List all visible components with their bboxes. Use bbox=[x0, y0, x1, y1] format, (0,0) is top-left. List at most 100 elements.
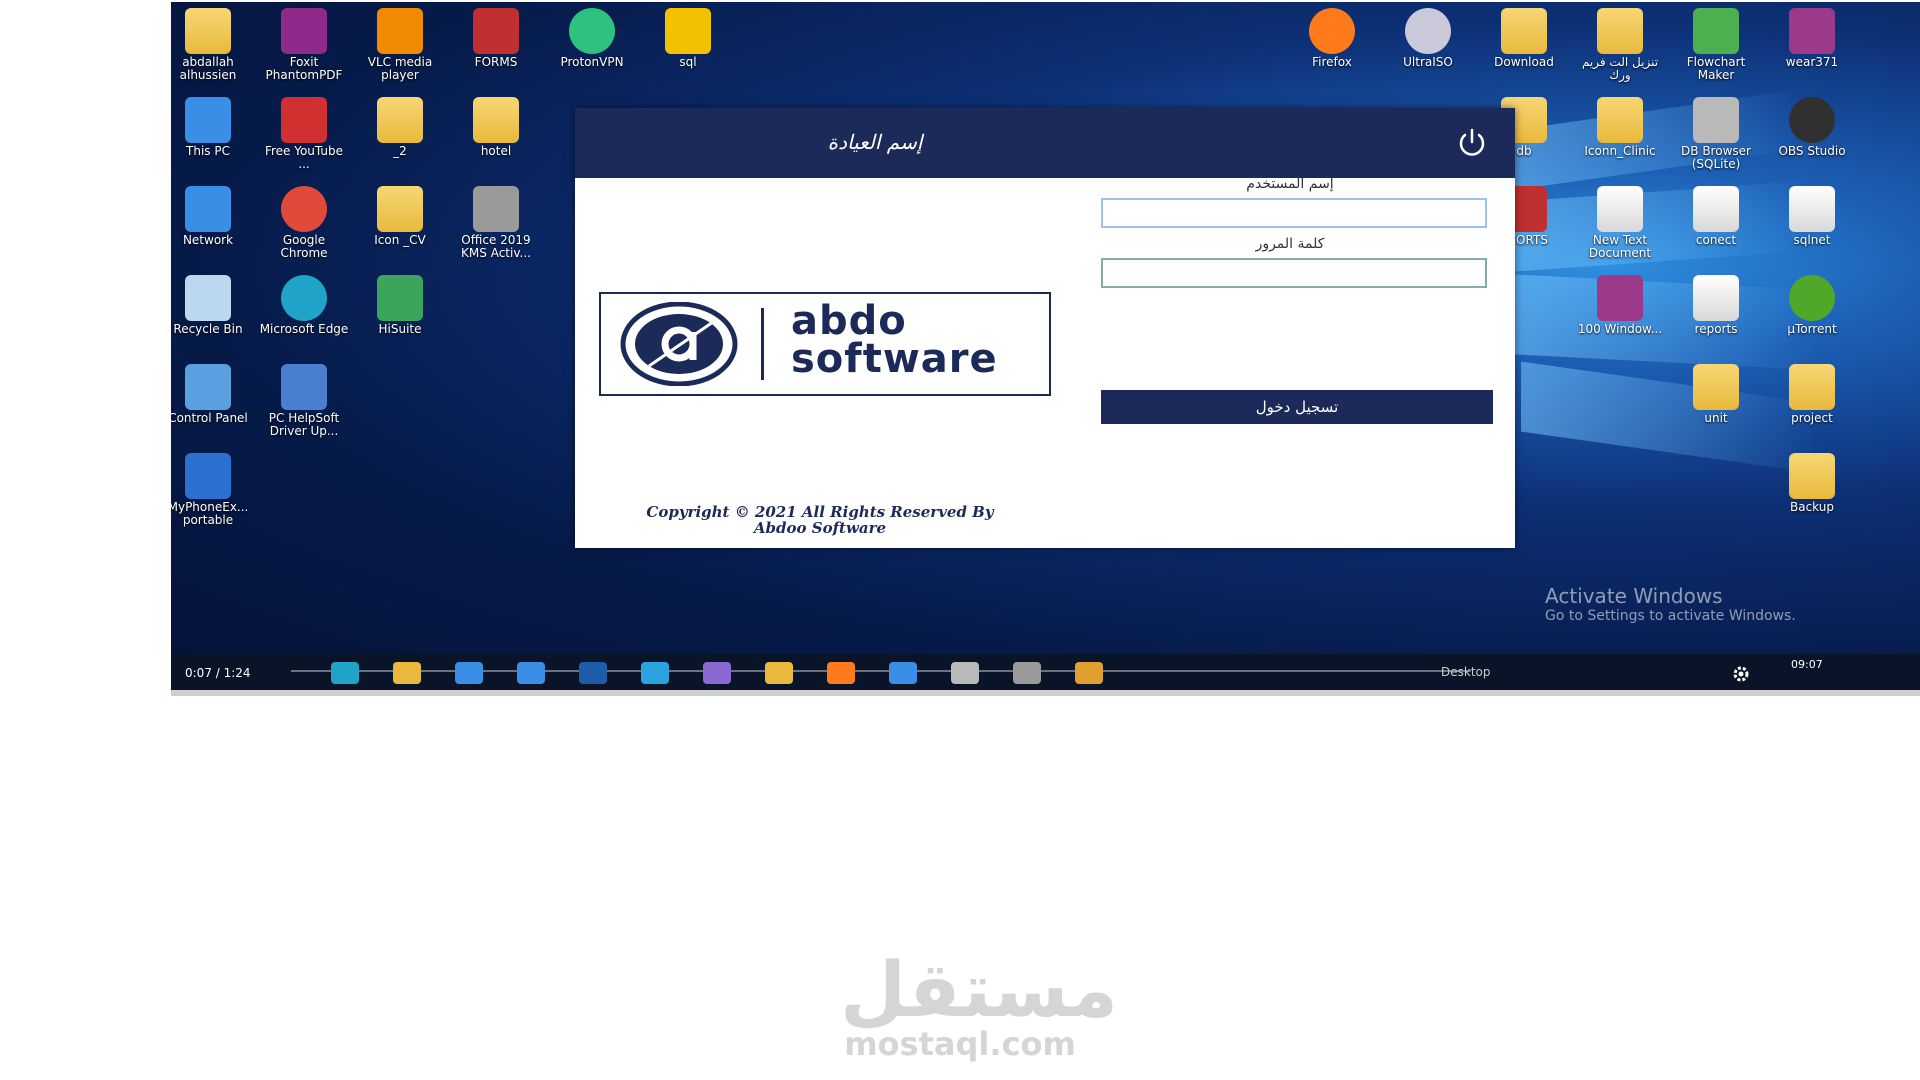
desktop-screen: abdallah alhussien Foxit PhantomPDF VLC me… bbox=[171, 2, 1920, 692]
desktop-icon[interactable]: Flowchart Maker bbox=[1671, 8, 1761, 82]
sql-icon[interactable] bbox=[765, 662, 793, 684]
desktop-icon[interactable]: This PC bbox=[171, 97, 253, 158]
power-icon[interactable] bbox=[1455, 126, 1489, 160]
desktop-icon[interactable]: Network bbox=[171, 186, 253, 247]
taskbar-clock: 09:07 bbox=[1791, 658, 1823, 671]
desktop-icon[interactable]: reports bbox=[1671, 275, 1761, 336]
desktop-icon[interactable]: Microsoft Edge bbox=[259, 275, 349, 336]
desktop-icon[interactable]: 100 Window... bbox=[1575, 275, 1665, 336]
desktop-icon[interactable]: Backup bbox=[1767, 453, 1857, 514]
login-button[interactable]: تسجيل دخول bbox=[1101, 390, 1493, 424]
desktop-icon[interactable]: conect bbox=[1671, 186, 1761, 247]
desktop-icon[interactable]: PC HelpSoft Driver Up... bbox=[259, 364, 349, 438]
desktop-icon-label: Control Panel bbox=[171, 411, 248, 425]
desktop-icon[interactable]: hotel bbox=[451, 97, 541, 158]
firefox-icon[interactable] bbox=[827, 662, 855, 684]
folder-icon bbox=[377, 186, 423, 232]
database-icon[interactable] bbox=[951, 662, 979, 684]
settings-gear-icon[interactable] bbox=[1731, 664, 1751, 684]
desktop-icon[interactable]: Recycle Bin bbox=[171, 275, 253, 336]
desktop-icon[interactable]: تنزيل الت فريم ورك bbox=[1575, 8, 1665, 82]
file-explorer-icon[interactable] bbox=[393, 662, 421, 684]
desktop-icon[interactable]: project bbox=[1767, 364, 1857, 425]
desktop-icon[interactable]: Office 2019 KMS Activ... bbox=[451, 186, 541, 260]
username-label: إسم المستخدم bbox=[1246, 176, 1334, 192]
logo-mark-icon bbox=[620, 302, 738, 386]
desktop-icon-label: Foxit PhantomPDF bbox=[265, 55, 343, 82]
forms-icon bbox=[473, 8, 519, 54]
phone-icon bbox=[185, 453, 231, 499]
desktop-icon[interactable]: OBS Studio bbox=[1767, 97, 1857, 158]
edge-icon bbox=[281, 275, 327, 321]
tool-icon[interactable] bbox=[1013, 662, 1041, 684]
folder-icon bbox=[1501, 8, 1547, 54]
desktop-icon[interactable]: Control Panel bbox=[171, 364, 253, 425]
desktop-icon-label: Flowchart Maker bbox=[1686, 55, 1746, 82]
app-icon[interactable] bbox=[1075, 662, 1103, 684]
visual-studio-icon[interactable] bbox=[703, 662, 731, 684]
desktop-icon[interactable]: _2 bbox=[355, 97, 445, 158]
desktop-icon[interactable]: sql bbox=[643, 8, 733, 69]
desktop-icon[interactable]: µTorrent bbox=[1767, 275, 1857, 336]
desktop-icon-label: FORMS bbox=[474, 55, 518, 69]
desktop-icon-label: Firefox bbox=[1312, 55, 1352, 69]
folder-icon bbox=[1693, 364, 1739, 410]
desktop-icon-label: hotel bbox=[480, 144, 512, 158]
winrar-icon bbox=[1789, 8, 1835, 54]
desktop-icon[interactable]: unit bbox=[1671, 364, 1761, 425]
password-field[interactable] bbox=[1101, 258, 1487, 288]
edge-icon[interactable] bbox=[331, 662, 359, 684]
photoshop-icon[interactable] bbox=[579, 662, 607, 684]
desktop-icon[interactable]: sqlnet bbox=[1767, 186, 1857, 247]
desktop-icon[interactable]: Iconn_Clinic bbox=[1575, 97, 1665, 158]
driver-icon bbox=[281, 364, 327, 410]
user-folder-icon bbox=[185, 8, 231, 54]
desktop-icon[interactable]: Icon _CV bbox=[355, 186, 445, 247]
database-icon bbox=[1693, 97, 1739, 143]
folder-icon bbox=[473, 97, 519, 143]
desktop-icon[interactable]: Foxit PhantomPDF bbox=[259, 8, 349, 82]
sql-icon bbox=[665, 8, 711, 54]
download-icon bbox=[281, 97, 327, 143]
desktop-icon[interactable]: MyPhoneEx... portable bbox=[171, 453, 253, 527]
login-window: إسم العيادة abdo software إسم المستخدم ك… bbox=[575, 108, 1515, 548]
desktop-icon[interactable]: New Text Document bbox=[1575, 186, 1665, 260]
folder-icon bbox=[1789, 364, 1835, 410]
desktop-icon[interactable]: FORMS bbox=[451, 8, 541, 69]
desktop-icon-label: MyPhoneEx... portable bbox=[171, 500, 249, 527]
windows-icon[interactable] bbox=[889, 662, 917, 684]
store-icon[interactable] bbox=[455, 662, 483, 684]
desktop-icon[interactable]: VLC media player bbox=[355, 8, 445, 82]
desktop-icon[interactable]: abdallah alhussien bbox=[171, 8, 253, 82]
document-icon bbox=[1693, 275, 1739, 321]
desktop-icon-label: µTorrent bbox=[1787, 322, 1837, 336]
desktop-icon-label: reports bbox=[1694, 322, 1738, 336]
desktop-icon[interactable]: Firefox bbox=[1287, 8, 1377, 69]
desktop-icon[interactable]: HiSuite bbox=[355, 275, 445, 336]
desktop-icon[interactable]: ProtonVPN bbox=[547, 8, 637, 69]
torrent-icon bbox=[1789, 275, 1835, 321]
activate-windows-watermark: Activate Windows Go to Settings to activ… bbox=[1545, 584, 1796, 624]
network-icon bbox=[185, 186, 231, 232]
chrome-icon bbox=[281, 186, 327, 232]
desktop-icon[interactable]: Google Chrome bbox=[259, 186, 349, 260]
desktop-icon[interactable]: Download bbox=[1479, 8, 1569, 69]
desktop-icon[interactable]: Free YouTube ... bbox=[259, 97, 349, 171]
flowchart-icon bbox=[1693, 8, 1739, 54]
desktop-icon[interactable]: DB Browser (SQLite) bbox=[1671, 97, 1761, 171]
activate-subtitle: Go to Settings to activate Windows. bbox=[1545, 608, 1796, 624]
desktop-icon[interactable]: UltraISO bbox=[1383, 8, 1473, 69]
desktop-icon-label: Office 2019 KMS Activ... bbox=[461, 233, 531, 260]
computer-icon bbox=[185, 97, 231, 143]
desktop-icon-label: Iconn_Clinic bbox=[1584, 144, 1656, 158]
desktop-icon[interactable]: wear371 bbox=[1767, 8, 1857, 69]
control-panel-icon bbox=[185, 364, 231, 410]
desktop-toolbar-label[interactable]: Desktop bbox=[1441, 665, 1491, 679]
username-field[interactable] bbox=[1101, 198, 1487, 228]
video-time-code: 0:07 / 1:24 bbox=[185, 666, 251, 680]
desktop-icon-label: unit bbox=[1704, 411, 1728, 425]
mail-icon[interactable] bbox=[517, 662, 545, 684]
document-icon bbox=[1693, 186, 1739, 232]
telegram-icon[interactable] bbox=[641, 662, 669, 684]
desktop-icon-label: sql bbox=[679, 55, 697, 69]
